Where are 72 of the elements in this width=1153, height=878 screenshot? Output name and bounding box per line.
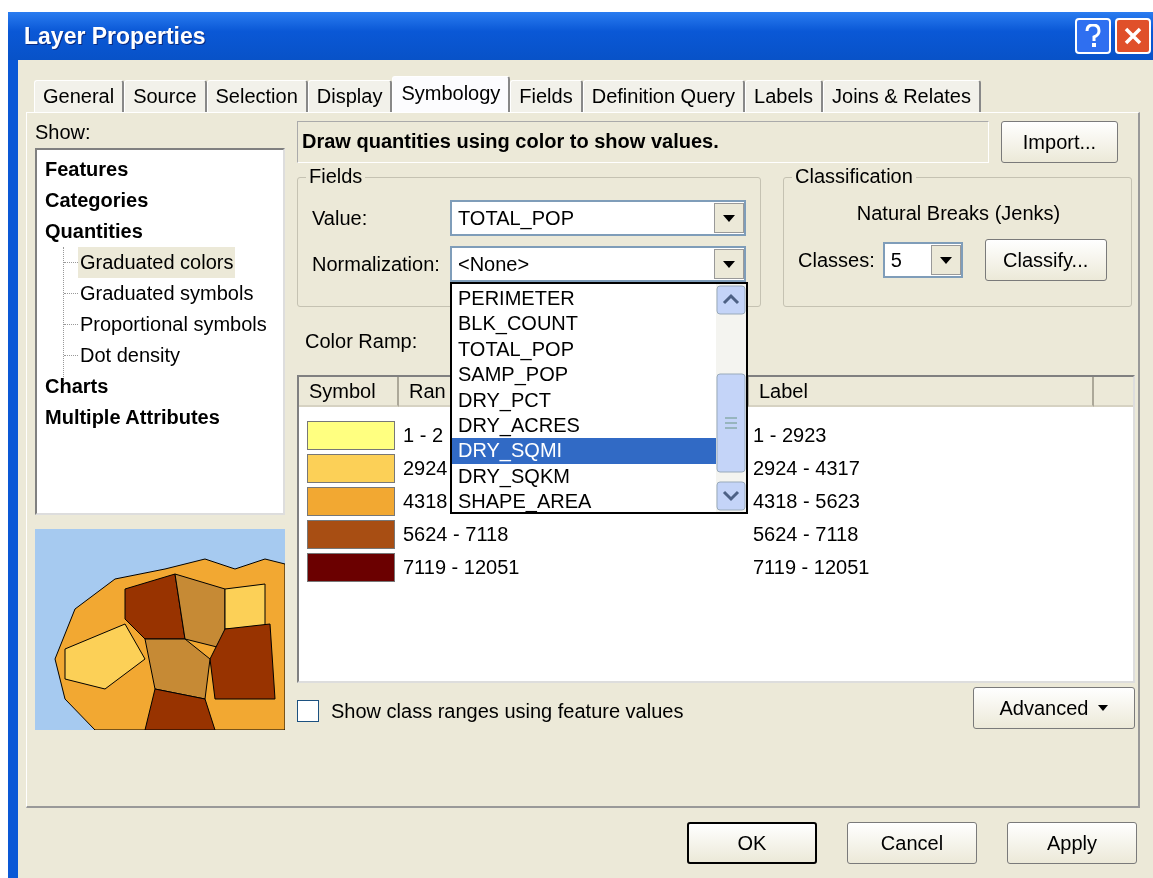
color-ramp-label: Color Ramp:	[305, 329, 418, 353]
dropdown-option[interactable]: PERIMETER	[452, 286, 716, 312]
dropdown-option[interactable]: DRY_SQMI	[452, 438, 716, 464]
tree-item[interactable]: Graduated symbols	[78, 278, 256, 309]
color-swatch[interactable]	[307, 454, 395, 483]
checkbox[interactable]	[297, 700, 319, 722]
tree-item[interactable]: Graduated colors	[78, 247, 236, 278]
column-header[interactable]: Ran	[409, 380, 446, 402]
tab[interactable]: Fields	[510, 80, 583, 112]
window-title: Layer Properties	[24, 22, 206, 50]
dropdown-option[interactable]: SAMP_POP	[452, 362, 716, 388]
value-dropdown[interactable]: TOTAL_POP	[450, 200, 746, 236]
caret-icon	[939, 256, 952, 264]
column-header[interactable]: Label	[759, 380, 808, 402]
table-cell-text: 1 - 2923	[752, 424, 827, 447]
color-swatch[interactable]	[307, 487, 395, 516]
tree-item[interactable]: Categories	[43, 185, 151, 216]
classification-method: Natural Breaks (Jenks)	[856, 202, 1061, 225]
advanced-button[interactable]: Advanced	[973, 687, 1135, 729]
tab[interactable]: Definition Query	[582, 80, 746, 112]
description-text: Draw quantities using color to show values.	[297, 121, 989, 163]
classes-dropdown[interactable]: 5	[882, 242, 963, 278]
classes-label: Classes:	[798, 248, 875, 272]
tree-item[interactable]: Proportional symbols	[78, 309, 269, 340]
table-cell-text: 7119 - 12051	[752, 556, 870, 579]
tree-item[interactable]: Quantities	[43, 216, 145, 247]
color-swatch[interactable]	[307, 421, 395, 450]
dropdown-option[interactable]: DRY_SQKM	[452, 463, 716, 490]
dialog-button[interactable]: OK	[687, 822, 817, 864]
table-cell-text: 2924 - 4317	[752, 457, 860, 480]
tab[interactable]: Source	[124, 80, 207, 112]
tab[interactable]: Joins & Relates	[823, 80, 981, 112]
tab[interactable]: Display	[307, 80, 393, 112]
tab[interactable]: Selection	[206, 80, 308, 112]
field-label: Value:	[312, 206, 369, 230]
help-icon	[1085, 24, 1101, 48]
color-swatch[interactable]	[307, 520, 395, 549]
field-label: Normalization:	[312, 252, 441, 276]
tree-item[interactable]: Charts	[43, 371, 111, 402]
caret-icon	[1098, 705, 1109, 711]
dropdown-option[interactable]: SHAPE_AREA	[452, 489, 716, 515]
help-button[interactable]	[1075, 18, 1111, 54]
checkbox-label: Show class ranges using feature values	[331, 699, 684, 723]
show-label: Show:	[35, 121, 92, 144]
tree-item[interactable]: Multiple Attributes	[43, 402, 222, 433]
table-cell-text: 5624 - 7118	[752, 523, 859, 546]
column-header[interactable]: Symbol	[309, 380, 376, 402]
close-button[interactable]	[1115, 18, 1151, 54]
table-cell-text: 7119 - 12051	[402, 556, 520, 579]
color-swatch[interactable]	[307, 553, 395, 582]
dropdown-option[interactable]: DRY_PCT	[452, 387, 716, 414]
dialog-button[interactable]: Apply	[1007, 822, 1137, 864]
table-cell-text: 4318	[402, 490, 448, 513]
scrollbar[interactable]	[716, 284, 746, 512]
import-button[interactable]: Import...	[1001, 121, 1118, 163]
tab[interactable]: Symbology	[392, 76, 511, 112]
classify-button[interactable]: Classify...	[984, 239, 1107, 281]
table-cell-text: 4318 - 5623	[752, 490, 860, 513]
tree-item[interactable]: Dot density	[78, 340, 183, 371]
dialog-button[interactable]: Cancel	[847, 822, 977, 864]
table-cell-text: 1 - 2	[402, 424, 444, 447]
caret-icon	[723, 214, 735, 222]
caret-icon	[723, 260, 735, 268]
close-icon	[1123, 26, 1143, 46]
table-cell-text: 2924	[402, 457, 448, 480]
dropdown-option[interactable]: TOTAL_POP	[452, 336, 716, 363]
dropdown-option[interactable]: BLK_COUNT	[452, 311, 716, 337]
tab[interactable]: General	[34, 80, 125, 112]
tab[interactable]: Labels	[745, 80, 824, 112]
tree-item[interactable]: Features	[43, 154, 131, 185]
table-cell-text: 5624 - 7118	[402, 523, 509, 546]
dropdown-option[interactable]: DRY_ACRES	[452, 413, 716, 439]
